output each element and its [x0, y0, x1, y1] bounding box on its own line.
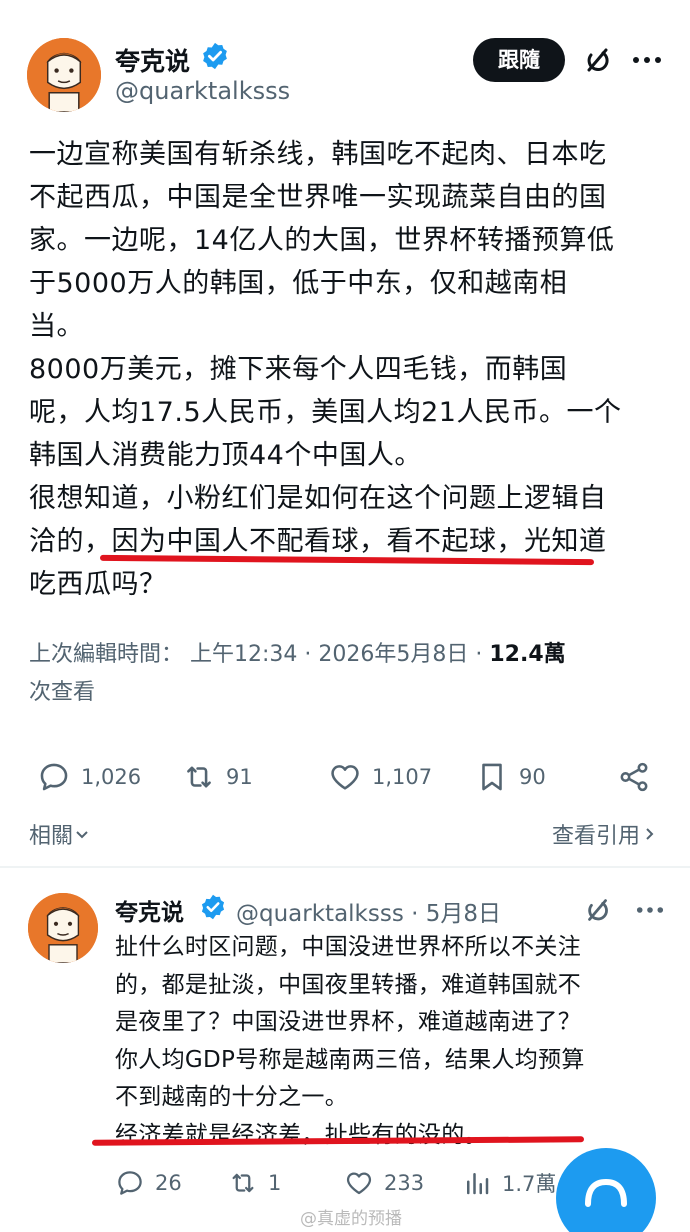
post-line: 一边宣称美国有斩杀线，韩国吃不起肉、日本吃	[29, 139, 607, 170]
verified-badge-icon	[203, 42, 227, 70]
reply-views-button[interactable]: 1.7萬	[462, 1168, 556, 1198]
more-options-icon[interactable]	[632, 55, 662, 65]
verified-badge-icon	[201, 894, 225, 920]
post-body: 一边宣称美国有斩杀线，韩国吃不起肉、日本吃 不起西瓜，中国是全世界唯一实现蔬菜自…	[29, 133, 669, 606]
divider	[0, 866, 690, 868]
reply-author-avatar[interactable]	[28, 893, 98, 963]
compose-fab[interactable]	[556, 1148, 656, 1232]
like-count: 1,107	[372, 765, 433, 789]
share-icon	[620, 762, 648, 792]
reply-count: 1,026	[81, 765, 142, 789]
reply-line: 你人均GDP号称是越南两三倍，结果人均预算	[115, 1046, 585, 1073]
view-count-suffix: 次查看	[29, 680, 96, 705]
avatar-illustration	[28, 893, 98, 963]
reply-retweet-button[interactable]: 1	[228, 1168, 281, 1198]
view-count: 12.4萬	[489, 642, 566, 667]
reply-line: 扯什么时区问题，中国没进世界杯所以不关注	[115, 934, 581, 960]
reply-body: 扯什么时区问题，中国没进世界杯所以不关注 的，都是扯淡，中国夜里转播，难道韩国就…	[115, 929, 675, 1154]
avatar-illustration	[27, 38, 101, 112]
retweet-count: 91	[226, 765, 253, 789]
post-line: 8000万美元，摊下来每个人四毛钱，而韩国	[29, 354, 568, 385]
reply-reply-button[interactable]: 26	[115, 1168, 182, 1198]
retweet-icon	[232, 1173, 254, 1193]
analytics-icon	[467, 1173, 489, 1195]
reply-count: 26	[155, 1171, 182, 1195]
related-label: 相關	[29, 824, 74, 849]
watermark: @真虚的预播	[300, 1209, 402, 1229]
reply-author-name[interactable]: 夸克说	[115, 893, 184, 927]
view-quotes-link[interactable]: 查看引用	[552, 818, 658, 850]
reply-icon	[118, 1171, 142, 1195]
post-line: 很想知道，小粉红们是如何在这个问题上逻辑自	[29, 483, 607, 514]
post-line: 于5000万人的韩国，低于中东，仅和越南相	[29, 268, 568, 299]
quotes-label: 查看引用	[551, 824, 640, 849]
like-button[interactable]: 1,107	[328, 760, 432, 794]
compose-icon	[585, 1178, 627, 1207]
post-line: 家。一边呢，14亿人的大国，世界杯转播预算低	[29, 225, 615, 256]
chevron-right-icon	[646, 828, 654, 840]
grok-icon[interactable]	[582, 44, 614, 76]
bookmark-count: 90	[519, 765, 546, 789]
reply-like-button[interactable]: 233	[344, 1168, 424, 1198]
heart-icon	[346, 1172, 372, 1195]
author-avatar[interactable]	[27, 38, 101, 112]
like-count: 233	[384, 1171, 425, 1195]
post-line: 韩国人消费能力顶44个中国人。	[29, 440, 422, 471]
grok-icon[interactable]	[583, 895, 613, 925]
reply-icon	[40, 763, 68, 791]
reply-line: 不到越南的十分之一。	[115, 1084, 348, 1110]
post-timestamp: 上次編輯時間： 上午12:34 · 2026年5月8日 · 12.4萬 次查看	[29, 636, 669, 712]
heart-icon	[331, 765, 359, 790]
views-count: 1.7萬	[502, 1172, 557, 1196]
retweet-button[interactable]: 91	[182, 760, 253, 794]
post-line: 当。	[29, 311, 84, 342]
bookmark-icon	[482, 763, 502, 791]
share-button[interactable]	[617, 760, 661, 794]
bookmark-button[interactable]: 90	[475, 760, 546, 794]
chevron-down-icon	[76, 831, 88, 839]
more-options-icon[interactable]	[636, 905, 664, 915]
reply-line: 的，都是扯淡，中国夜里转播，难道韩国就不	[115, 971, 581, 998]
retweet-icon	[187, 766, 211, 788]
retweet-count: 1	[268, 1171, 282, 1195]
edit-timestamp-text: 上次編輯時間： 上午12:34 · 2026年5月8日 ·	[29, 642, 490, 667]
post-line: 吃西瓜吗？	[29, 569, 167, 600]
post-line: 不起西瓜，中国是全世界唯一实现蔬菜自由的国	[29, 182, 607, 213]
reply-button[interactable]: 1,026	[37, 760, 141, 794]
author-handle[interactable]: @quarktalksss	[115, 77, 290, 105]
follow-button[interactable]: 跟隨	[473, 38, 565, 82]
related-toggle[interactable]: 相關	[29, 818, 91, 850]
author-name[interactable]: 夸克说	[115, 42, 190, 78]
reply-handle-date[interactable]: @quarktalksss · 5月8日	[236, 894, 501, 928]
post-line: 呢，人均17.5人民币，美国人均21人民币。一个	[29, 397, 622, 428]
reply-line: 是夜里了？中国没进世界杯，难道越南进了？	[115, 1009, 581, 1035]
